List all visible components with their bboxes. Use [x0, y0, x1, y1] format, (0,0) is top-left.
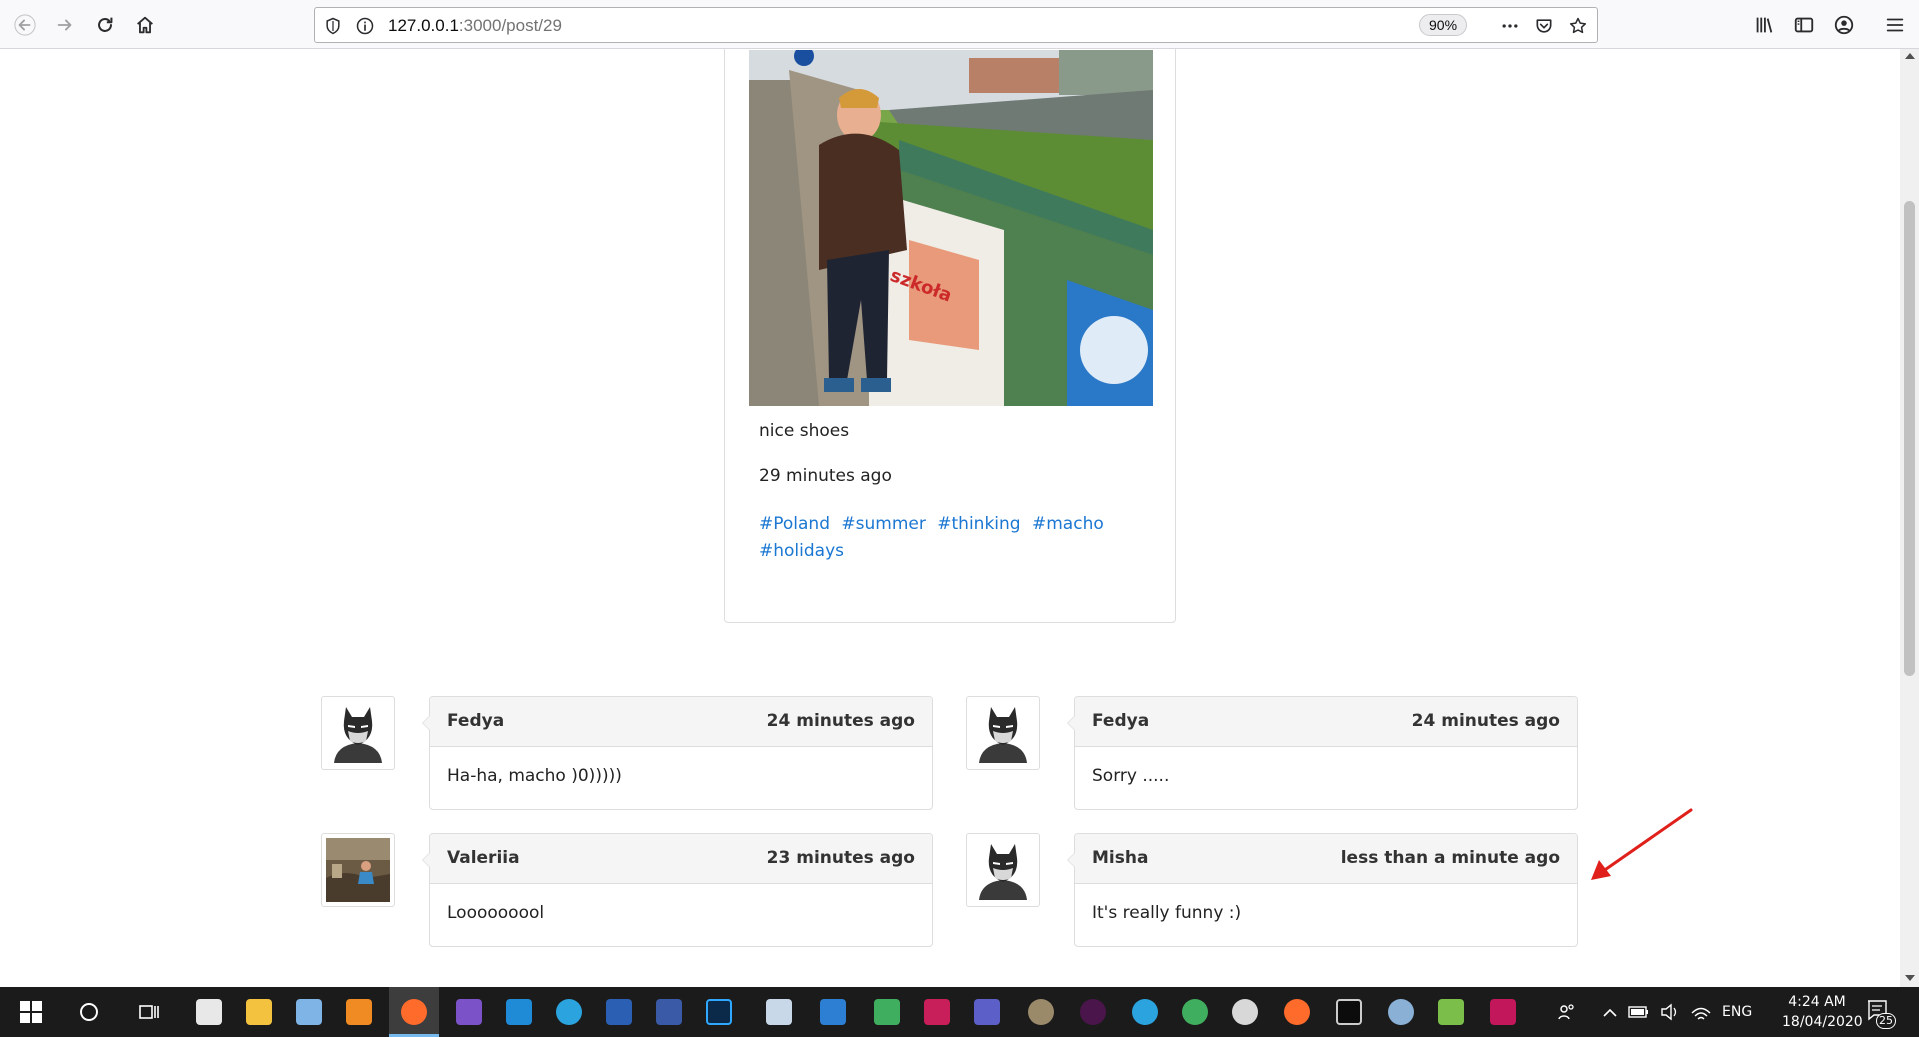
reload-button[interactable]	[88, 8, 122, 42]
home-button[interactable]	[128, 8, 162, 42]
clock-date: 18/04/2020	[1782, 1014, 1863, 1030]
comment-timestamp: 24 minutes ago	[1411, 711, 1560, 731]
sidebar-toggle-button[interactable]	[1787, 8, 1821, 42]
comment-text: Sorry .....	[1092, 766, 1170, 786]
system-tray: ENG 4:24 AM 18/04/2020	[0, 987, 1919, 1037]
post-hashtags: #Poland #summer #thinking #macho #holida…	[759, 511, 1149, 565]
back-arrow-icon	[14, 14, 36, 36]
comment-header: Valeriia 23 minutes ago	[430, 834, 932, 884]
comment-text: It's really funny :)	[1092, 903, 1242, 923]
page-scrollbar[interactable]	[1900, 49, 1919, 987]
comment-timestamp: less than a minute ago	[1340, 848, 1560, 868]
hashtag-link[interactable]: #Poland	[759, 514, 830, 534]
comment-avatar[interactable]	[966, 696, 1040, 770]
url-path: :3000/post/29	[458, 16, 562, 35]
comment-author[interactable]: Fedya	[447, 711, 504, 731]
hashtag-link[interactable]: #thinking	[937, 514, 1020, 534]
post-card: szkoła nice shoes 29 minutes ago #Poland…	[724, 49, 1176, 623]
forward-button[interactable]	[48, 8, 82, 42]
sidebar-icon	[1794, 17, 1814, 33]
account-icon	[1834, 15, 1854, 35]
library-icon	[1756, 17, 1773, 33]
site-info-icon[interactable]	[355, 16, 375, 36]
reload-icon	[98, 17, 113, 32]
star-icon	[1569, 17, 1587, 34]
post-photo[interactable]: szkoła	[749, 50, 1153, 406]
hashtag-link[interactable]: #summer	[841, 514, 925, 534]
more-dots-icon	[1502, 24, 1518, 28]
clock[interactable]: 4:24 AM 18/04/2020	[1782, 992, 1863, 1032]
hamburger-menu-icon	[1886, 18, 1904, 32]
batman-avatar-icon	[979, 844, 1027, 900]
back-button[interactable]	[8, 8, 42, 42]
scrollbar-thumb[interactable]	[1904, 201, 1915, 676]
windows-taskbar: ENG 4:24 AM 18/04/2020 25	[0, 987, 1919, 1037]
hashtag-link[interactable]: #macho	[1032, 514, 1104, 534]
post-photo-image: szkoła	[749, 50, 1153, 406]
app-menu-button[interactable]	[1878, 8, 1912, 42]
page-viewport: szkoła nice shoes 29 minutes ago #Poland…	[0, 49, 1900, 987]
comment-author[interactable]: Valeriia	[447, 848, 520, 868]
browser-toolbar: 127.0.0.1:3000/post/29 90%	[0, 0, 1919, 49]
clock-time: 4:24 AM	[1788, 994, 1846, 1010]
scroll-down-arrow-icon[interactable]	[1905, 975, 1915, 981]
comment-avatar[interactable]	[321, 833, 395, 907]
comment-author[interactable]: Fedya	[1092, 711, 1149, 731]
url-text[interactable]: 127.0.0.1:3000/post/29	[388, 16, 562, 36]
comment-card: Fedya 24 minutes ago Sorry .....	[1067, 696, 1578, 810]
screen: 127.0.0.1:3000/post/29 90% szkoła nice s…	[0, 0, 1919, 1037]
post-caption: nice shoes	[759, 421, 850, 441]
batman-avatar-icon	[979, 707, 1027, 763]
home-icon	[137, 16, 153, 34]
batman-avatar-icon	[334, 707, 382, 763]
url-host: 127.0.0.1	[388, 16, 459, 35]
library-button[interactable]	[1747, 8, 1781, 42]
comment-timestamp: 24 minutes ago	[766, 711, 915, 731]
pocket-button[interactable]	[1531, 13, 1557, 39]
photo-avatar-icon	[326, 838, 390, 902]
account-button[interactable]	[1827, 8, 1861, 42]
forward-arrow-icon	[57, 19, 72, 31]
address-bar[interactable]: 127.0.0.1:3000/post/29 90%	[314, 7, 1598, 43]
zoom-level-badge[interactable]: 90%	[1419, 14, 1468, 36]
comment-card: Fedya 24 minutes ago Ha-ha, macho )0))))…	[422, 696, 933, 810]
annotation-arrow	[1591, 808, 1693, 880]
hashtag-link[interactable]: #holidays	[759, 541, 844, 561]
tracking-shield-icon[interactable]	[323, 16, 343, 36]
pocket-icon	[1536, 19, 1552, 33]
post-timestamp: 29 minutes ago	[759, 466, 892, 486]
comment-avatar[interactable]	[321, 696, 395, 770]
notification-count-badge: 25	[1876, 1013, 1896, 1029]
comment-timestamp: 23 minutes ago	[766, 848, 915, 868]
comment-header: Fedya 24 minutes ago	[1075, 697, 1577, 747]
comment-card: Valeriia 23 minutes ago Looooooool	[422, 833, 933, 947]
comment-header: Fedya 24 minutes ago	[430, 697, 932, 747]
comment-header: Misha less than a minute ago	[1075, 834, 1577, 884]
page-actions-button[interactable]	[1497, 13, 1523, 39]
comment-author[interactable]: Misha	[1092, 848, 1148, 868]
comment-avatar[interactable]	[966, 833, 1040, 907]
scroll-up-arrow-icon[interactable]	[1905, 53, 1915, 59]
comment-text: Looooooool	[447, 903, 545, 923]
comment-card: Misha less than a minute ago It's really…	[1067, 833, 1578, 947]
input-language[interactable]: ENG	[1722, 1004, 1752, 1020]
comment-text: Ha-ha, macho )0)))))	[447, 766, 622, 786]
bookmark-star-button[interactable]	[1565, 13, 1591, 39]
